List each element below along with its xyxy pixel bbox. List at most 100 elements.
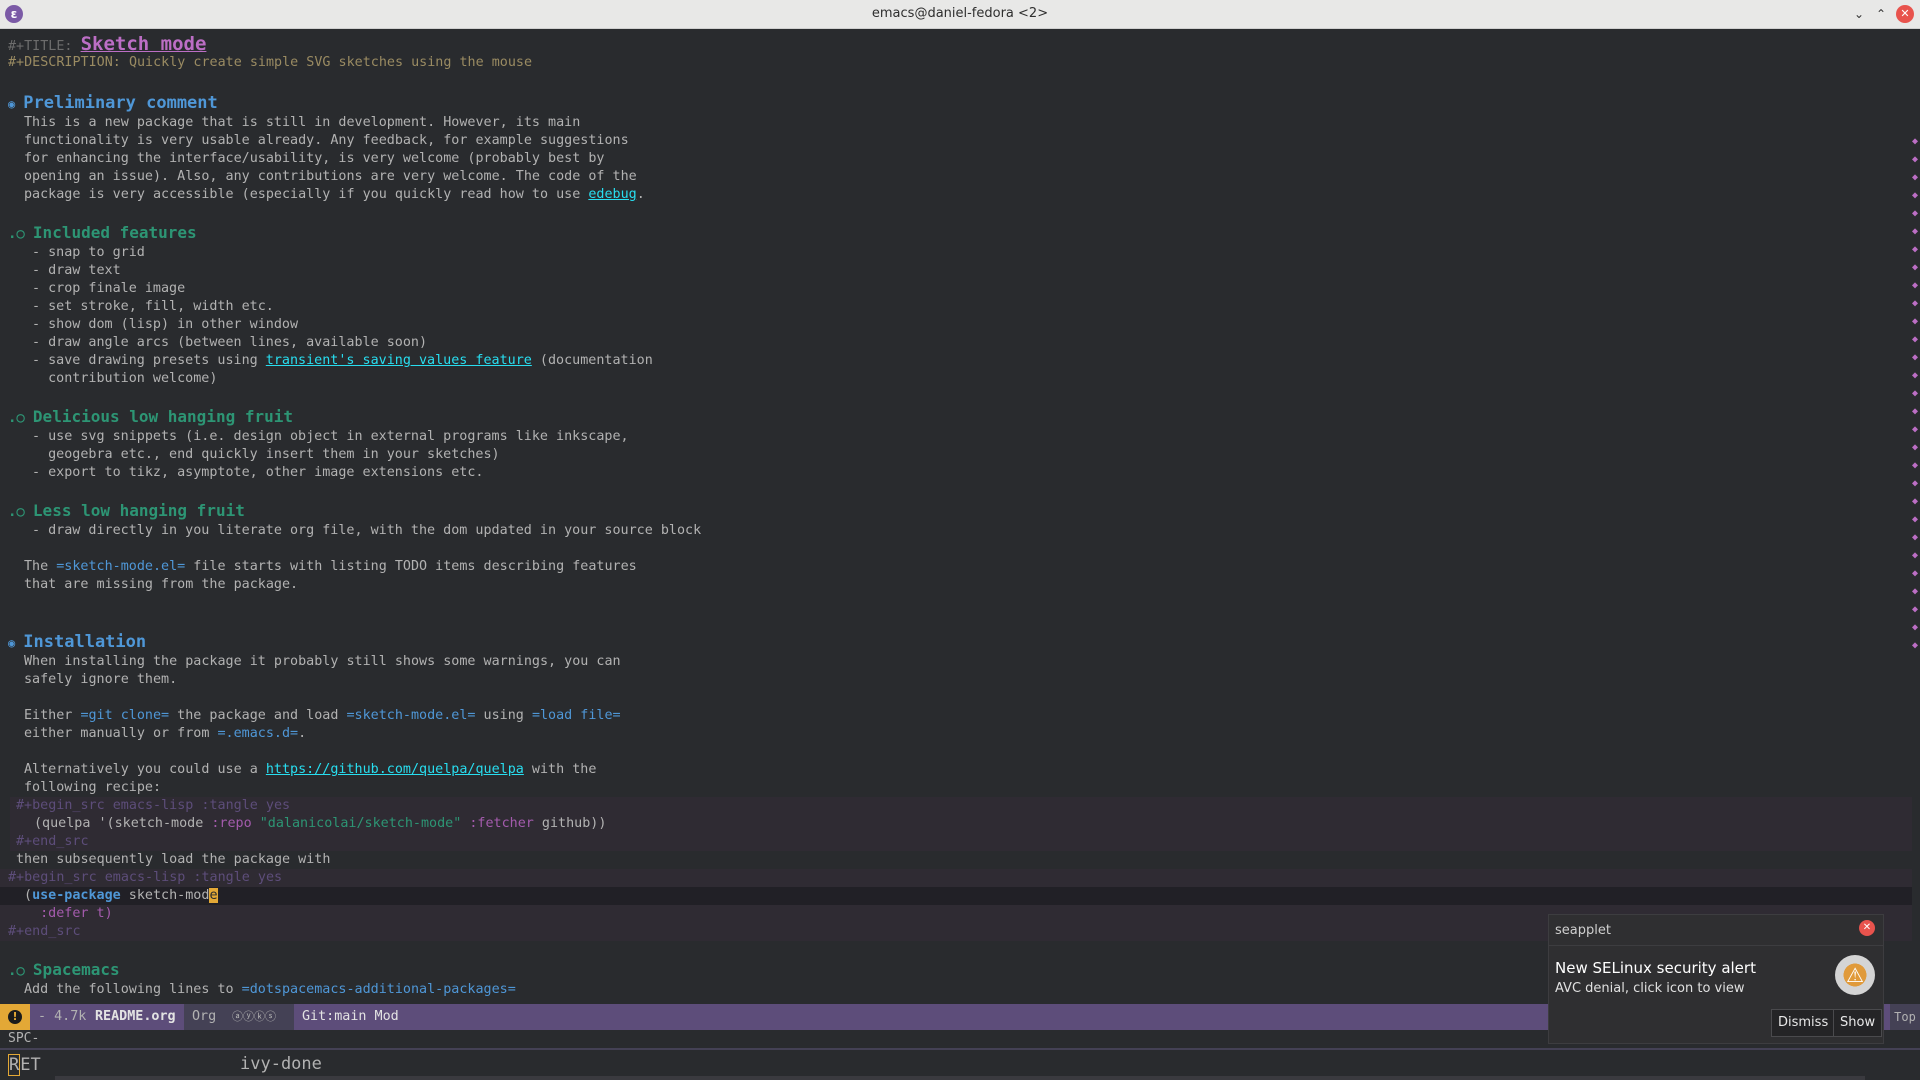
code-text: sketch-mod [120,888,210,903]
paragraph-line: When installing the package it probably … [24,654,621,669]
heading-features[interactable]: .○ Included features [8,222,1920,244]
edebug-link[interactable]: edebug [588,187,636,202]
inline-code: =sketch-mode.el= [346,708,476,723]
dismiss-button[interactable]: Dismiss [1771,1009,1836,1037]
list-item-continued: contribution welcome) [32,371,218,386]
list-item: - crop finale image [32,281,186,296]
inline-code: =dotspacemacs-additional-packages= [241,982,516,997]
fringe-marker: ◆ [1912,136,1919,147]
fringe-marker: ◆ [1912,334,1919,345]
maximize-icon[interactable]: ⌃ [1872,5,1890,23]
paragraph-line: either manually or from =.emacs.d=. [24,725,1920,743]
minimize-icon[interactable]: ⌄ [1850,5,1868,23]
fringe-marker: ◆ [1912,298,1919,309]
notification-popup[interactable]: seapplet ✕ New SELinux security alert AV… [1548,914,1884,1044]
quelpa-link[interactable]: https://github.com/quelpa/quelpa [266,762,524,777]
code-keyword: :repo [211,816,252,831]
fringe-marker: ◆ [1912,514,1919,525]
fringe-marker: ◆ [1912,568,1919,579]
buffer-name[interactable]: README.org [95,1004,176,1030]
close-window-icon[interactable]: ✕ [1896,5,1914,23]
selinux-alert-icon[interactable]: ⚠ [1835,955,1875,995]
heading-bullet-icon: ◉ [8,636,16,650]
src-end-line: #+end_src [10,833,1912,851]
paragraph-line: that are missing from the package. [24,577,299,592]
list-item: - use svg snippets (i.e. design object i… [32,429,629,444]
description-keyword: #+DESCRIPTION: [8,55,129,70]
src-code-line[interactable]: (use-package sketch-mode [0,887,1912,905]
heading-text: Spacemacs [32,960,120,979]
paragraph-text: Add the following lines to [24,982,242,997]
heading-installation[interactable]: ◉ Installation [8,631,1920,653]
code-text: ( [24,888,33,903]
scrollbar[interactable] [55,1076,1865,1080]
editor-buffer[interactable]: #+TITLE: Sketch mode #+DESCRIPTION: Quic… [0,30,1920,1002]
heading-preliminary[interactable]: ◉ Preliminary comment [8,92,1920,114]
major-mode[interactable]: Org ⓐⓨⓚⓢ [184,1004,294,1030]
title-keyword: #+TITLE: [8,39,81,54]
list-item: - set stroke, fill, width etc. [32,299,274,314]
src-end: #+end_src [16,834,89,849]
notification-body: AVC denial, click icon to view [1555,981,1745,996]
heading-bullet-icon: .○ [8,504,25,520]
inline-code: =git clone= [80,708,170,723]
fringe-marker: ◆ [1912,586,1919,597]
paragraph-line: Alternatively you could use a https://gi… [24,761,1920,779]
fringe-marker: ◆ [1912,604,1919,615]
paragraph-line: Either =git clone= the package and load … [24,707,1920,725]
which-key-binding: RET [8,1054,41,1076]
warning-icon[interactable]: ! [0,1004,30,1030]
buffer-position: Top [1890,1004,1920,1030]
which-key-key: ET [20,1055,41,1075]
heading-text: Less low hanging fruit [32,501,245,520]
paragraph-text: either manually or from [24,726,218,741]
paragraph-text: the package and load [169,708,347,723]
title-line: #+TITLE: Sketch mode [8,32,1920,56]
paragraph-text: Alternatively you could use a [24,762,266,777]
heading-bullet-icon: .○ [8,963,25,979]
fringe-marker: ◆ [1912,352,1919,363]
paragraph-line: safely ignore them. [24,672,178,687]
buffer-size: - 4.7k [38,1009,87,1024]
paragraph-line: then subsequently load the package with [16,852,331,867]
notification-app-name: seapplet [1555,923,1611,938]
code-string: "dalanicolai/sketch-mode" [259,816,462,831]
code-keyword: :defer t) [24,906,113,921]
list-item: - show dom (lisp) in other window [32,317,299,332]
heading-fruit[interactable]: .○ Delicious low hanging fruit [8,406,1920,428]
text-cursor: e [209,888,218,903]
code-text: github)) [533,816,607,831]
transient-link[interactable]: transient's saving values feature [266,353,532,368]
vc-status[interactable]: Git:main Mod [302,1004,399,1030]
notification-title: New SELinux security alert [1555,959,1756,977]
code-keyword: :fetcher [461,816,534,831]
fringe-marker: ◆ [1912,370,1919,381]
fringe-marker: ◆ [1912,316,1919,327]
paragraph-line: for enhancing the interface/usability, i… [24,151,605,166]
which-key-command[interactable]: ivy-done [240,1054,322,1074]
major-mode-label: Org [192,1009,217,1024]
heading-less-fruit[interactable]: .○ Less low hanging fruit [8,500,1920,522]
heading-text: Included features [32,223,197,242]
heading-bullet-icon: .○ [8,226,25,242]
paragraph-text: Either [24,708,81,723]
description-line: #+DESCRIPTION: Quickly create simple SVG… [8,54,1920,72]
code-keyword: use-package [32,888,121,903]
fringe-marker: ◆ [1912,190,1919,201]
close-icon[interactable]: ✕ [1859,920,1875,936]
fringe-marker: ◆ [1912,280,1919,291]
fringe-marker: ◆ [1912,208,1919,219]
fringe-marker: ◆ [1912,478,1919,489]
show-button[interactable]: Show [1833,1009,1883,1037]
list-item: geogebra etc., end quickly insert them i… [32,447,500,462]
fringe-marker: ◆ [1912,496,1919,507]
src-end: #+end_src [8,924,81,939]
window-titlebar: ε emacs@daniel-fedora <2> ⌄ ⌃ ✕ [0,0,1920,29]
paragraph-text: . [298,726,307,741]
list-item: - save drawing presets using transient's… [32,352,1920,370]
src-begin-line: #+begin_src emacs-lisp :tangle yes [10,797,1912,815]
paragraph-line: opening an issue). Also, any contributio… [24,169,637,184]
paragraph-line: The =sketch-mode.el= file starts with li… [24,558,1920,576]
fringe-marker: ◆ [1912,262,1919,273]
src-begin: #+begin_src emacs-lisp :tangle yes [16,798,291,813]
